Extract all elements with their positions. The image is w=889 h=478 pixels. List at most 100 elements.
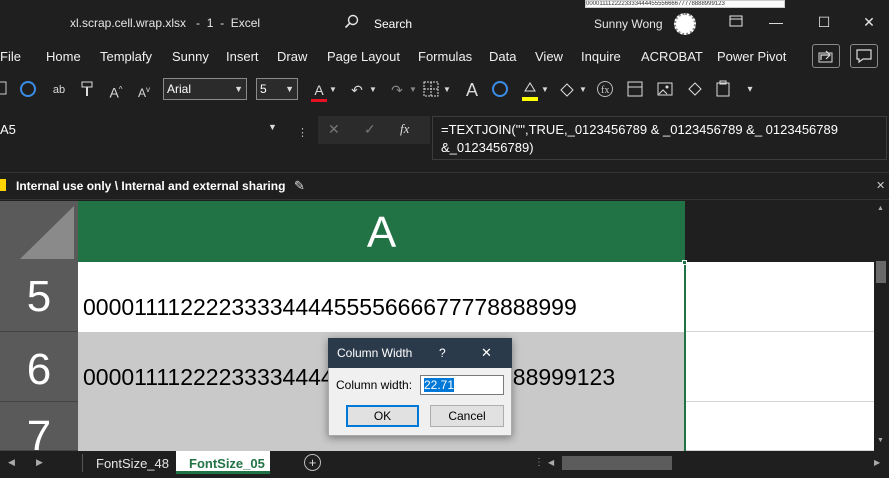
decrease-font-icon[interactable]: Av [134,80,154,100]
tab-fontsize-05[interactable]: FontSize_05 [189,456,265,471]
paste-icon[interactable] [712,80,734,100]
chevron-down-icon[interactable]: ▼ [578,80,588,100]
column-header-a[interactable]: A [78,201,685,262]
font-color-icon[interactable]: A [310,80,328,102]
scroll-down-icon[interactable]: ▼ [877,437,884,444]
scroll-left-icon[interactable]: ◀ [548,458,554,467]
highlight-color-bar [522,97,538,101]
menu-home[interactable]: Home [46,49,81,64]
menu-data[interactable]: Data [489,49,516,64]
chevron-down-icon: ▼ [285,84,294,94]
next-sheet-icon[interactable]: ▶ [36,457,43,468]
column-width-label: Column width: [336,378,413,392]
circle-blue-icon[interactable] [490,80,510,100]
search-icon[interactable] [344,14,360,35]
clear-format-icon[interactable] [556,80,578,100]
select-all-corner[interactable] [0,201,78,262]
column-header-b[interactable] [685,201,875,262]
chevron-down-icon[interactable]: ▼ [268,122,277,132]
dialog-close-button[interactable]: ✕ [481,345,492,361]
prev-sheet-icon[interactable]: ◀ [8,457,15,468]
copy-format-icon[interactable] [684,80,706,100]
menu-file[interactable]: File [0,49,21,64]
chevron-down-icon[interactable]: ▼ [540,80,550,100]
formula-input[interactable]: =TEXTJOIN("",TRUE,_0123456789 & _0123456… [432,116,887,160]
tab-divider [82,454,83,472]
menu-draw[interactable]: Draw [277,49,307,64]
customize-toolbar-icon[interactable]: ▾ [740,80,760,100]
spelling-icon[interactable]: ab [48,80,70,100]
menu-formulas[interactable]: Formulas [418,49,472,64]
menu-sunny[interactable]: Sunny [172,49,209,64]
title-separator: - [196,16,201,30]
window-number: 1 [206,16,214,30]
formula-options-icon[interactable]: ⋮ [297,126,308,139]
pencil-icon[interactable]: ✎ [294,178,305,194]
format-painter-icon[interactable] [78,80,98,100]
ok-button[interactable]: OK [346,405,419,427]
chevron-down-icon[interactable]: ▼ [408,80,418,100]
menu-power-pivot[interactable]: Power Pivot [717,49,786,64]
cancel-icon[interactable]: ✕ [328,121,340,138]
tab-options-icon[interactable]: ⋮ [534,457,544,468]
avatar[interactable] [674,13,696,35]
scroll-up-icon[interactable]: ▲ [877,205,884,212]
chevron-down-icon[interactable]: ▼ [442,80,452,100]
chevron-down-icon[interactable]: ▼ [368,80,378,100]
row-header-6[interactable]: 6 [0,332,78,402]
tab-fontsize-48[interactable]: FontSize_48 [96,456,169,471]
menu-view[interactable]: View [535,49,563,64]
fx-icon[interactable]: fx [400,121,409,137]
close-button[interactable]: ✕ [849,8,889,36]
comments-button[interactable] [850,44,878,68]
scroll-thumb[interactable] [876,261,886,283]
share-button[interactable] [812,44,840,68]
circle-icon[interactable] [18,80,38,100]
enter-icon[interactable]: ✓ [364,121,376,138]
horizontal-scroll-thumb[interactable] [562,456,672,470]
minimize-button[interactable]: — [756,8,796,36]
cell-a5[interactable]: 000011112222333344445555666677778888999 [78,262,685,332]
menu-insert[interactable]: Insert [226,49,259,64]
scroll-right-icon[interactable]: ▶ [874,458,880,467]
chevron-down-icon[interactable]: ▼ [328,80,338,100]
menu-page-layout[interactable]: Page Layout [327,49,400,64]
cell-b6[interactable] [686,332,874,402]
function-icon[interactable]: fx [594,80,616,100]
image-icon[interactable] [654,80,676,100]
close-icon[interactable]: ✕ [876,179,885,192]
ribbon-display-icon[interactable] [716,9,756,37]
save-icon[interactable] [0,80,8,100]
cancel-button[interactable]: Cancel [430,405,504,427]
column-width-input[interactable]: 22.71 [420,375,504,395]
name-box[interactable]: A5 [0,118,287,142]
menu-acrobat[interactable]: ACROBAT [641,49,703,64]
borders-icon[interactable] [420,80,442,100]
vertical-scrollbar[interactable]: ▲ ▼ [874,201,889,451]
increase-font-icon[interactable]: A^ [106,80,126,101]
font-color-bar [311,99,327,102]
svg-text:fx: fx [601,85,609,96]
fill-handle[interactable] [682,260,687,265]
title-separator-2: - [220,16,225,30]
font-size-select[interactable]: 5 ▼ [256,78,298,100]
cell-b5[interactable] [686,262,874,332]
redo-icon[interactable]: ↷ [386,80,408,100]
big-a-icon[interactable]: A [462,80,482,100]
add-sheet-button[interactable]: + [304,454,321,471]
help-button[interactable]: ? [439,346,446,360]
menu-templafy[interactable]: Templafy [100,49,152,64]
row-header-7[interactable]: 7 [0,402,78,451]
file-name: xl.scrap.cell.wrap.xlsx [70,16,187,30]
user-name[interactable]: Sunny Wong [594,17,663,31]
sensitivity-icon [0,179,6,191]
number-format-icon[interactable] [624,80,646,100]
undo-icon[interactable]: ↶ [346,80,368,100]
search-box[interactable]: Search [374,17,412,31]
restore-button[interactable]: ☐ [804,8,844,36]
cell-b7[interactable] [686,402,874,451]
font-name-select[interactable]: Arial ▼ [163,78,247,100]
menu-inquire[interactable]: Inquire [581,49,621,64]
fill-color-icon[interactable] [520,80,540,101]
row-header-5[interactable]: 5 [0,262,78,332]
